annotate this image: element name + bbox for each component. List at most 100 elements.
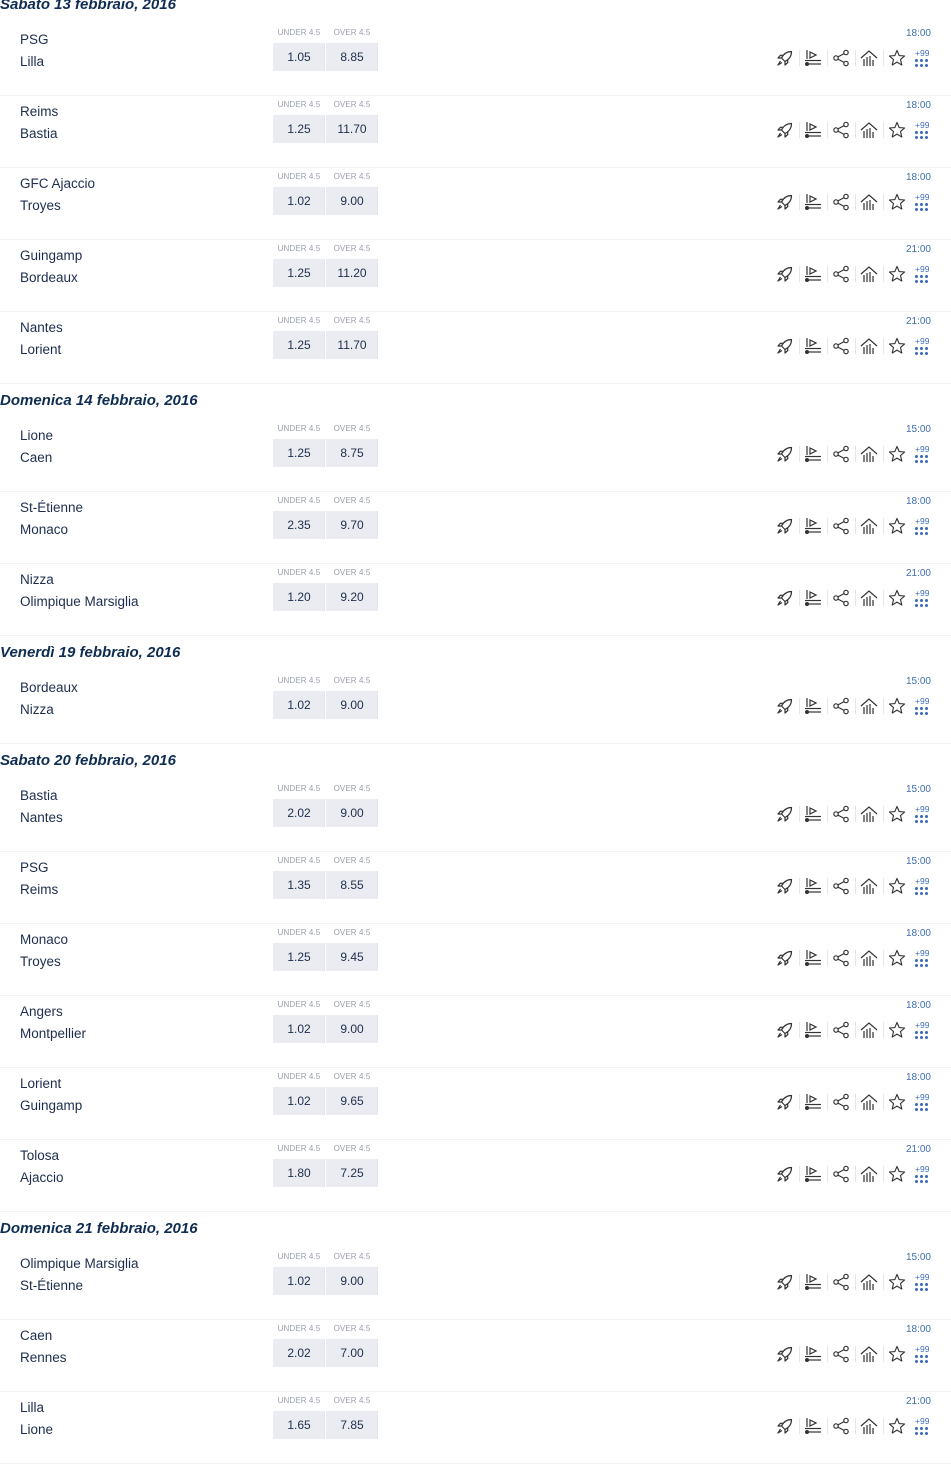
live-stats-icon[interactable] [799,442,827,466]
more-markets-button[interactable]: +99 [913,874,933,898]
away-team-name[interactable]: Caen [20,450,52,465]
under-odds-button[interactable]: 1.02 [273,691,325,719]
favorite-star-icon[interactable] [883,1342,911,1366]
share-icon[interactable] [827,46,855,70]
rocket-icon[interactable] [771,1090,799,1114]
rocket-icon[interactable] [771,694,799,718]
favorite-star-icon[interactable] [883,118,911,142]
rocket-icon[interactable] [771,334,799,358]
share-icon[interactable] [827,118,855,142]
away-team-name[interactable]: Nantes [20,810,63,825]
live-stats-icon[interactable] [799,946,827,970]
favorite-star-icon[interactable] [883,190,911,214]
rocket-icon[interactable] [771,118,799,142]
rocket-icon[interactable] [771,1018,799,1042]
over-odds-button[interactable]: 8.85 [326,43,378,71]
more-markets-button[interactable]: +99 [913,1162,933,1186]
more-markets-button[interactable]: +99 [913,586,933,610]
over-odds-button[interactable]: 11.20 [326,259,378,287]
away-team-name[interactable]: Rennes [20,1350,67,1365]
live-stats-icon[interactable] [799,802,827,826]
away-team-name[interactable]: St-Étienne [20,1278,83,1293]
live-stats-icon[interactable] [799,874,827,898]
rocket-icon[interactable] [771,190,799,214]
statistics-icon[interactable] [855,1162,883,1186]
home-team-name[interactable]: Angers [20,1004,63,1019]
home-team-name[interactable]: PSG [20,32,49,47]
home-team-name[interactable]: Monaco [20,932,68,947]
over-odds-button[interactable]: 9.20 [326,583,378,611]
statistics-icon[interactable] [855,874,883,898]
favorite-star-icon[interactable] [883,1270,911,1294]
under-odds-button[interactable]: 2.02 [273,799,325,827]
rocket-icon[interactable] [771,514,799,538]
home-team-name[interactable]: Nantes [20,320,63,335]
under-odds-button[interactable]: 1.02 [273,1015,325,1043]
away-team-name[interactable]: Bastia [20,126,58,141]
statistics-icon[interactable] [855,262,883,286]
statistics-icon[interactable] [855,1414,883,1438]
away-team-name[interactable]: Montpellier [20,1026,86,1041]
more-markets-button[interactable]: +99 [913,1342,933,1366]
under-odds-button[interactable]: 1.25 [273,115,325,143]
share-icon[interactable] [827,190,855,214]
under-odds-button[interactable]: 1.05 [273,43,325,71]
away-team-name[interactable]: Lilla [20,54,44,69]
home-team-name[interactable]: GFC Ajaccio [20,176,95,191]
away-team-name[interactable]: Lione [20,1422,53,1437]
statistics-icon[interactable] [855,586,883,610]
away-team-name[interactable]: Troyes [20,198,61,213]
more-markets-button[interactable]: +99 [913,802,933,826]
home-team-name[interactable]: Bastia [20,788,58,803]
live-stats-icon[interactable] [799,1270,827,1294]
over-odds-button[interactable]: 11.70 [326,331,378,359]
over-odds-button[interactable]: 11.70 [326,115,378,143]
over-odds-button[interactable]: 9.00 [326,187,378,215]
favorite-star-icon[interactable] [883,262,911,286]
away-team-name[interactable]: Lorient [20,342,61,357]
live-stats-icon[interactable] [799,1162,827,1186]
over-odds-button[interactable]: 9.00 [326,799,378,827]
over-odds-button[interactable]: 9.00 [326,691,378,719]
statistics-icon[interactable] [855,46,883,70]
live-stats-icon[interactable] [799,190,827,214]
share-icon[interactable] [827,1090,855,1114]
home-team-name[interactable]: Nizza [20,572,54,587]
home-team-name[interactable]: Lorient [20,1076,61,1091]
statistics-icon[interactable] [855,118,883,142]
rocket-icon[interactable] [771,1414,799,1438]
over-odds-button[interactable]: 9.00 [326,1015,378,1043]
favorite-star-icon[interactable] [883,46,911,70]
live-stats-icon[interactable] [799,1090,827,1114]
statistics-icon[interactable] [855,334,883,358]
share-icon[interactable] [827,1162,855,1186]
over-odds-button[interactable]: 7.25 [326,1159,378,1187]
share-icon[interactable] [827,586,855,610]
share-icon[interactable] [827,442,855,466]
statistics-icon[interactable] [855,694,883,718]
away-team-name[interactable]: Olimpique Marsiglia [20,594,139,609]
more-markets-button[interactable]: +99 [913,514,933,538]
favorite-star-icon[interactable] [883,442,911,466]
more-markets-button[interactable]: +99 [913,46,933,70]
under-odds-button[interactable]: 1.25 [273,439,325,467]
under-odds-button[interactable]: 1.25 [273,331,325,359]
under-odds-button[interactable]: 1.02 [273,1087,325,1115]
favorite-star-icon[interactable] [883,1414,911,1438]
live-stats-icon[interactable] [799,334,827,358]
statistics-icon[interactable] [855,946,883,970]
home-team-name[interactable]: Olimpique Marsiglia [20,1256,139,1271]
more-markets-button[interactable]: +99 [913,442,933,466]
statistics-icon[interactable] [855,514,883,538]
favorite-star-icon[interactable] [883,946,911,970]
more-markets-button[interactable]: +99 [913,1018,933,1042]
statistics-icon[interactable] [855,1270,883,1294]
rocket-icon[interactable] [771,1162,799,1186]
over-odds-button[interactable]: 8.75 [326,439,378,467]
live-stats-icon[interactable] [799,46,827,70]
over-odds-button[interactable]: 9.00 [326,1267,378,1295]
under-odds-button[interactable]: 1.20 [273,583,325,611]
share-icon[interactable] [827,514,855,538]
more-markets-button[interactable]: +99 [913,1270,933,1294]
live-stats-icon[interactable] [799,118,827,142]
